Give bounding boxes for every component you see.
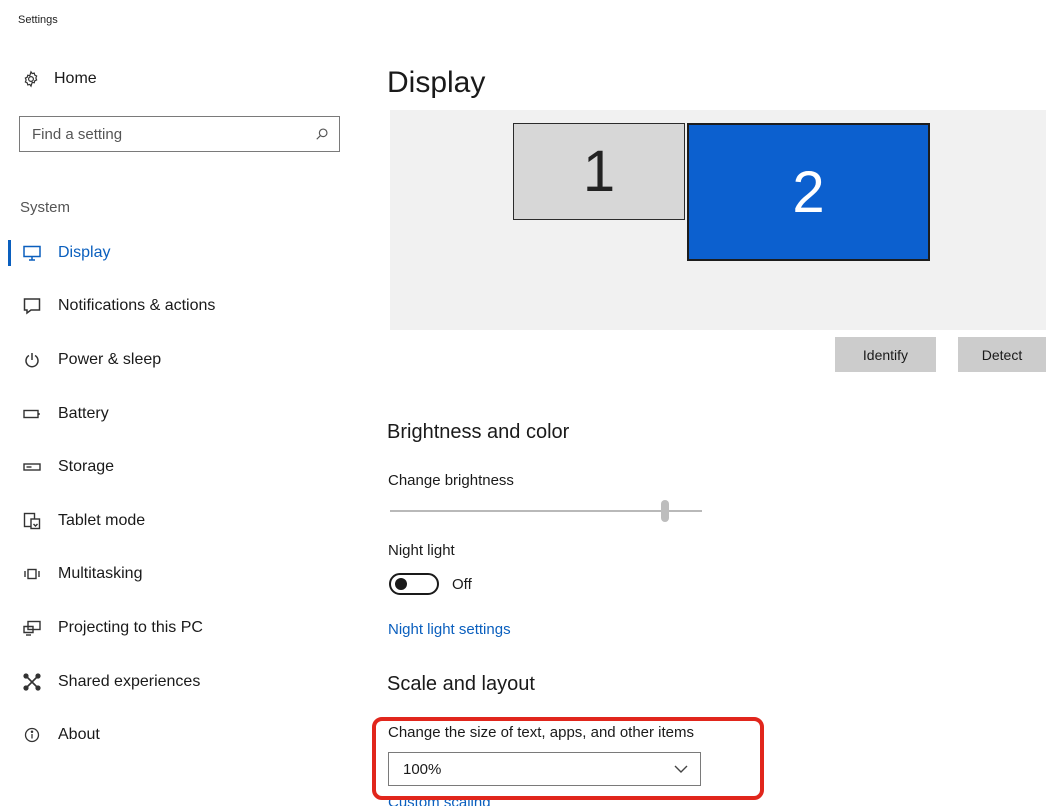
page-title: Display [387, 66, 486, 99]
monitor-number: 2 [792, 159, 825, 225]
sidebar-item-multitasking[interactable]: Multitasking [0, 548, 360, 602]
multitasking-icon [22, 564, 42, 584]
monitor-icon [22, 243, 42, 263]
section-label-system: System [20, 199, 71, 216]
window-title: Settings [18, 14, 58, 26]
chevron-down-icon [674, 765, 688, 773]
sidebar-item-power-sleep[interactable]: Power & sleep [0, 333, 360, 387]
tablet-mode-icon [22, 511, 42, 531]
identify-button[interactable]: Identify [835, 337, 936, 372]
notification-icon [22, 296, 42, 316]
monitor-2[interactable]: 2 [687, 123, 930, 261]
home-link[interactable]: Home [22, 70, 97, 88]
search-input[interactable] [20, 117, 305, 151]
storage-icon [22, 457, 42, 477]
search-icon[interactable] [305, 127, 339, 141]
night-light-label: Night light [388, 542, 455, 559]
sidebar-item-label: Storage [58, 458, 115, 476]
gear-icon [22, 70, 40, 88]
custom-scaling-link[interactable]: Custom scaling [388, 800, 491, 806]
night-light-state: Off [452, 576, 472, 593]
home-label: Home [54, 70, 97, 87]
slider-thumb[interactable] [661, 500, 669, 522]
sidebar-item-notifications[interactable]: Notifications & actions [0, 280, 360, 334]
sidebar-item-label: Shared experiences [58, 672, 201, 690]
sidebar-item-tablet-mode[interactable]: Tablet mode [0, 494, 360, 548]
sidebar-item-storage[interactable]: Storage [0, 440, 360, 494]
brightness-slider[interactable] [390, 500, 702, 522]
sidebar-item-shared-experiences[interactable]: Shared experiences [0, 655, 360, 709]
battery-icon [22, 404, 42, 424]
sidebar-nav: Display Notifications & actions Power & … [0, 226, 360, 762]
monitor-1[interactable]: 1 [513, 123, 685, 220]
sidebar-item-battery[interactable]: Battery [0, 387, 360, 441]
scale-label: Change the size of text, apps, and other… [388, 724, 695, 741]
toggle-knob [395, 578, 407, 590]
sidebar-item-display[interactable]: Display [0, 226, 360, 280]
sidebar-item-label: Multitasking [58, 565, 143, 583]
scale-dropdown[interactable]: 100% [388, 752, 701, 786]
sidebar-item-label: Display [58, 243, 111, 261]
monitor-arrangement: 1 2 [390, 110, 1046, 330]
sidebar-item-label: Battery [58, 404, 109, 422]
slider-track[interactable] [390, 510, 702, 512]
power-icon [22, 350, 42, 370]
scale-heading: Scale and layout [387, 673, 535, 695]
info-icon [22, 725, 42, 745]
monitor-number: 1 [582, 139, 616, 204]
detect-button[interactable]: Detect [958, 337, 1046, 372]
brightness-heading: Brightness and color [387, 421, 570, 443]
sidebar-item-label: Notifications & actions [58, 297, 216, 315]
search-box[interactable] [19, 116, 340, 152]
sidebar-item-label: About [58, 726, 100, 744]
sidebar-item-label: Projecting to this PC [58, 618, 203, 636]
brightness-label: Change brightness [388, 472, 514, 489]
sidebar-item-label: Power & sleep [58, 350, 162, 368]
shared-experiences-icon [22, 672, 42, 692]
sidebar-item-about[interactable]: About [0, 708, 360, 762]
scale-value: 100% [403, 760, 442, 778]
projecting-icon [22, 618, 42, 638]
sidebar-item-label: Tablet mode [58, 511, 146, 529]
sidebar-item-projecting[interactable]: Projecting to this PC [0, 601, 360, 655]
night-light-toggle[interactable] [389, 573, 439, 595]
night-light-settings-link[interactable]: Night light settings [388, 621, 511, 638]
